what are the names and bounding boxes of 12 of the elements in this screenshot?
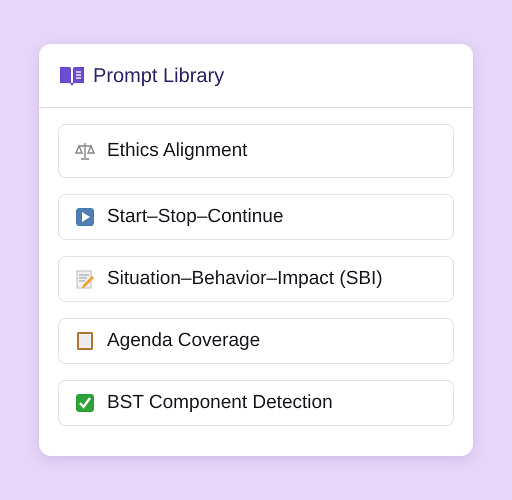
panel-title: Prompt Library xyxy=(93,64,224,88)
check-icon xyxy=(75,393,95,413)
prompt-item[interactable]: Situation–Behavior–Impact (SBI) xyxy=(58,256,454,302)
prompt-item[interactable]: Agenda Coverage xyxy=(58,318,454,364)
prompt-item[interactable]: Ethics Alignment xyxy=(58,124,454,178)
prompt-item[interactable]: Start–Stop–Continue xyxy=(58,194,454,240)
scale-icon xyxy=(75,141,95,161)
play-icon xyxy=(75,207,95,227)
memo-icon xyxy=(75,269,95,289)
book-icon xyxy=(59,64,85,86)
clipboard-icon xyxy=(75,331,95,351)
prompt-item[interactable]: BST Component Detection xyxy=(58,380,454,426)
